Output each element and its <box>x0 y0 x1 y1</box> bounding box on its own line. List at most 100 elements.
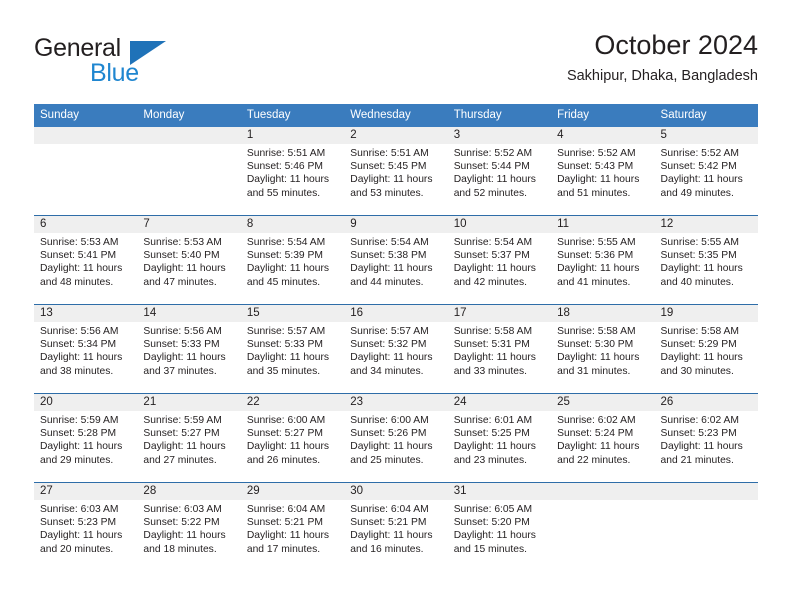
daylight-duration-line2: and 23 minutes. <box>453 454 527 466</box>
day-number: 26 <box>654 394 758 411</box>
sunset-time: Sunset: 5:33 PM <box>143 339 220 351</box>
calendar-day-cell[interactable]: 14 Sunrise: 5:56 AM Sunset: 5:33 PM Dayligh… <box>137 305 241 393</box>
calendar-day-cell[interactable]: 4 Sunrise: 5:52 AM Sunset: 5:43 PM Daylight… <box>551 127 655 215</box>
daylight-duration-line2: and 25 minutes. <box>350 454 424 466</box>
page-subtitle: Sakhipur, Dhaka, Bangladesh <box>566 68 758 84</box>
daylight-duration-line2: and 31 minutes. <box>557 365 631 377</box>
sunrise-time: Sunrise: 5:57 AM <box>350 326 429 337</box>
day-number: 25 <box>551 394 655 411</box>
calendar-week-row: 6 Sunrise: 5:53 AM Sunset: 5:41 PM Daylight… <box>34 215 758 304</box>
sunset-time: Sunset: 5:21 PM <box>350 517 427 529</box>
day-details: Sunrise: 5:54 AM Sunset: 5:39 PM Daylight:… <box>241 233 344 289</box>
day-number: 22 <box>240 394 345 411</box>
calendar-day-cell[interactable]: 12 Sunrise: 5:55 AM Sunset: 5:35 PM Dayligh… <box>654 216 758 304</box>
day-number: 2 <box>344 127 448 144</box>
daylight-duration-line1: Daylight: 11 hours <box>246 352 330 364</box>
calendar-day-cell[interactable]: 5 Sunrise: 5:52 AM Sunset: 5:42 PM Daylight… <box>654 127 758 215</box>
day-number: 19 <box>654 305 758 322</box>
sunrise-time: Sunrise: 6:05 AM <box>453 504 533 515</box>
day-number: 3 <box>447 127 552 144</box>
calendar-day-cell[interactable]: 26 Sunrise: 6:02 AM Sunset: 5:23 PM Dayligh… <box>654 394 758 482</box>
logo-text-general: General <box>34 34 121 62</box>
calendar-day-cell[interactable]: 13 Sunrise: 5:56 AM Sunset: 5:34 PM Dayligh… <box>34 305 138 393</box>
day-details: Sunrise: 6:03 AM Sunset: 5:23 PM Daylight:… <box>34 500 137 556</box>
calendar-day-cell[interactable]: 19 Sunrise: 5:58 AM Sunset: 5:29 PM Dayligh… <box>654 305 758 393</box>
calendar-day-cell[interactable]: 15 Sunrise: 5:57 AM Sunset: 5:33 PM Dayligh… <box>240 305 345 393</box>
daylight-duration-line2: and 49 minutes. <box>660 187 734 199</box>
calendar-day-cell[interactable]: 22 Sunrise: 6:00 AM Sunset: 5:27 PM Dayligh… <box>240 394 345 482</box>
calendar-day-cell[interactable]: 11 Sunrise: 5:55 AM Sunset: 5:36 PM Dayligh… <box>551 216 655 304</box>
daylight-duration-line1: Daylight: 11 hours <box>350 174 433 186</box>
calendar-day-cell[interactable]: 8 Sunrise: 5:54 AM Sunset: 5:39 PM Daylight… <box>240 216 345 304</box>
daylight-duration-line1: Daylight: 11 hours <box>143 352 226 364</box>
sunset-time: Sunset: 5:23 PM <box>660 428 737 440</box>
calendar-day-cell[interactable]: 21 Sunrise: 5:59 AM Sunset: 5:27 PM Dayligh… <box>137 394 241 482</box>
day-number: 13 <box>34 305 138 322</box>
calendar-day-cell[interactable]: 9 Sunrise: 5:54 AM Sunset: 5:38 PM Daylight… <box>344 216 448 304</box>
day-number <box>551 483 655 500</box>
sunrise-time: Sunrise: 5:57 AM <box>246 326 326 337</box>
day-details: Sunrise: 6:04 AM Sunset: 5:21 PM Daylight:… <box>344 500 447 556</box>
calendar-day-cell[interactable]: 25 Sunrise: 6:02 AM Sunset: 5:24 PM Dayligh… <box>551 394 655 482</box>
daylight-duration-line2: and 53 minutes. <box>350 187 424 199</box>
sunrise-time: Sunrise: 5:55 AM <box>660 237 739 248</box>
calendar-day-cell[interactable]: 2 Sunrise: 5:51 AM Sunset: 5:45 PM Daylight… <box>344 127 448 215</box>
day-number: 21 <box>137 394 241 411</box>
daylight-duration-line1: Daylight: 11 hours <box>453 263 536 275</box>
calendar-day-cell[interactable]: 28 Sunrise: 6:03 AM Sunset: 5:22 PM Dayligh… <box>137 483 241 571</box>
calendar-day-cell[interactable]: 29 Sunrise: 6:04 AM Sunset: 5:21 PM Dayligh… <box>240 483 345 571</box>
calendar-day-cell[interactable]: 16 Sunrise: 5:57 AM Sunset: 5:32 PM Dayligh… <box>344 305 448 393</box>
sunset-time: Sunset: 5:30 PM <box>557 339 634 351</box>
calendar-day-cell-empty <box>551 483 655 571</box>
generalblue-logo: General Blue <box>34 34 234 90</box>
day-details: Sunrise: 5:57 AM Sunset: 5:33 PM Daylight:… <box>241 322 344 378</box>
daylight-duration-line2: and 34 minutes. <box>350 365 424 377</box>
day-details: Sunrise: 5:54 AM Sunset: 5:37 PM Daylight:… <box>448 233 551 289</box>
daylight-duration-line2: and 47 minutes. <box>143 276 217 288</box>
calendar-day-cell[interactable]: 30 Sunrise: 6:04 AM Sunset: 5:21 PM Dayligh… <box>344 483 448 571</box>
daylight-duration-line1: Daylight: 11 hours <box>40 530 123 542</box>
calendar-day-cell[interactable]: 10 Sunrise: 5:54 AM Sunset: 5:37 PM Dayligh… <box>447 216 552 304</box>
daylight-duration-line2: and 30 minutes. <box>660 365 734 377</box>
calendar-day-cell[interactable]: 18 Sunrise: 5:58 AM Sunset: 5:30 PM Dayligh… <box>551 305 655 393</box>
day-number: 7 <box>137 216 241 233</box>
day-number: 30 <box>344 483 448 500</box>
day-details: Sunrise: 5:59 AM Sunset: 5:28 PM Daylight:… <box>34 411 137 467</box>
sunrise-time: Sunrise: 6:02 AM <box>557 415 636 426</box>
day-details: Sunrise: 6:02 AM Sunset: 5:24 PM Daylight:… <box>551 411 654 467</box>
sunset-time: Sunset: 5:29 PM <box>660 339 737 351</box>
sunrise-time: Sunrise: 5:55 AM <box>557 237 636 248</box>
day-number: 16 <box>344 305 448 322</box>
sunrise-time: Sunrise: 5:54 AM <box>453 237 533 248</box>
daylight-duration-line2: and 15 minutes. <box>453 543 527 555</box>
daylight-duration-line2: and 26 minutes. <box>246 454 321 466</box>
calendar-day-cell[interactable]: 24 Sunrise: 6:01 AM Sunset: 5:25 PM Dayligh… <box>447 394 552 482</box>
calendar-day-cell-empty <box>34 127 138 215</box>
sunset-time: Sunset: 5:23 PM <box>40 517 117 529</box>
calendar-day-cell[interactable]: 27 Sunrise: 6:03 AM Sunset: 5:23 PM Dayligh… <box>34 483 138 571</box>
calendar-day-cell[interactable]: 6 Sunrise: 5:53 AM Sunset: 5:41 PM Daylight… <box>34 216 138 304</box>
day-details: Sunrise: 5:56 AM Sunset: 5:34 PM Daylight:… <box>34 322 137 378</box>
sunset-time: Sunset: 5:22 PM <box>143 517 220 529</box>
calendar-day-cell[interactable]: 17 Sunrise: 5:58 AM Sunset: 5:31 PM Dayligh… <box>447 305 552 393</box>
calendar-day-cell[interactable]: 1 Sunrise: 5:51 AM Sunset: 5:46 PM Daylight… <box>240 127 345 215</box>
calendar-day-cell[interactable]: 7 Sunrise: 5:53 AM Sunset: 5:40 PM Daylight… <box>137 216 241 304</box>
weekday-header-saturday: Saturday <box>660 109 707 121</box>
day-number: 9 <box>344 216 448 233</box>
day-details: Sunrise: 5:59 AM Sunset: 5:27 PM Daylight:… <box>137 411 240 467</box>
day-details: Sunrise: 5:58 AM Sunset: 5:29 PM Daylight:… <box>655 322 758 378</box>
sunrise-time: Sunrise: 6:00 AM <box>246 415 326 426</box>
day-details: Sunrise: 5:53 AM Sunset: 5:41 PM Daylight:… <box>34 233 137 289</box>
daylight-duration-line1: Daylight: 11 hours <box>660 263 743 275</box>
day-number: 29 <box>240 483 345 500</box>
calendar-day-cell[interactable]: 20 Sunrise: 5:59 AM Sunset: 5:28 PM Dayligh… <box>34 394 138 482</box>
calendar-day-cell[interactable]: 23 Sunrise: 6:00 AM Sunset: 5:26 PM Dayligh… <box>344 394 448 482</box>
daylight-duration-line1: Daylight: 11 hours <box>350 441 433 453</box>
sunrise-time: Sunrise: 6:03 AM <box>40 504 119 515</box>
title-block: October 2024 Sakhipur, Dhaka, Bangladesh <box>567 28 758 86</box>
weekday-header-row: Sunday Monday Tuesday Wednesday Thursday Frid… <box>34 104 758 127</box>
calendar-day-cell[interactable]: 3 Sunrise: 5:52 AM Sunset: 5:44 PM Daylight… <box>447 127 552 215</box>
daylight-duration-line2: and 55 minutes. <box>246 187 321 199</box>
day-number: 12 <box>654 216 758 233</box>
calendar-day-cell[interactable]: 31 Sunrise: 6:05 AM Sunset: 5:20 PM Dayligh… <box>447 483 552 571</box>
